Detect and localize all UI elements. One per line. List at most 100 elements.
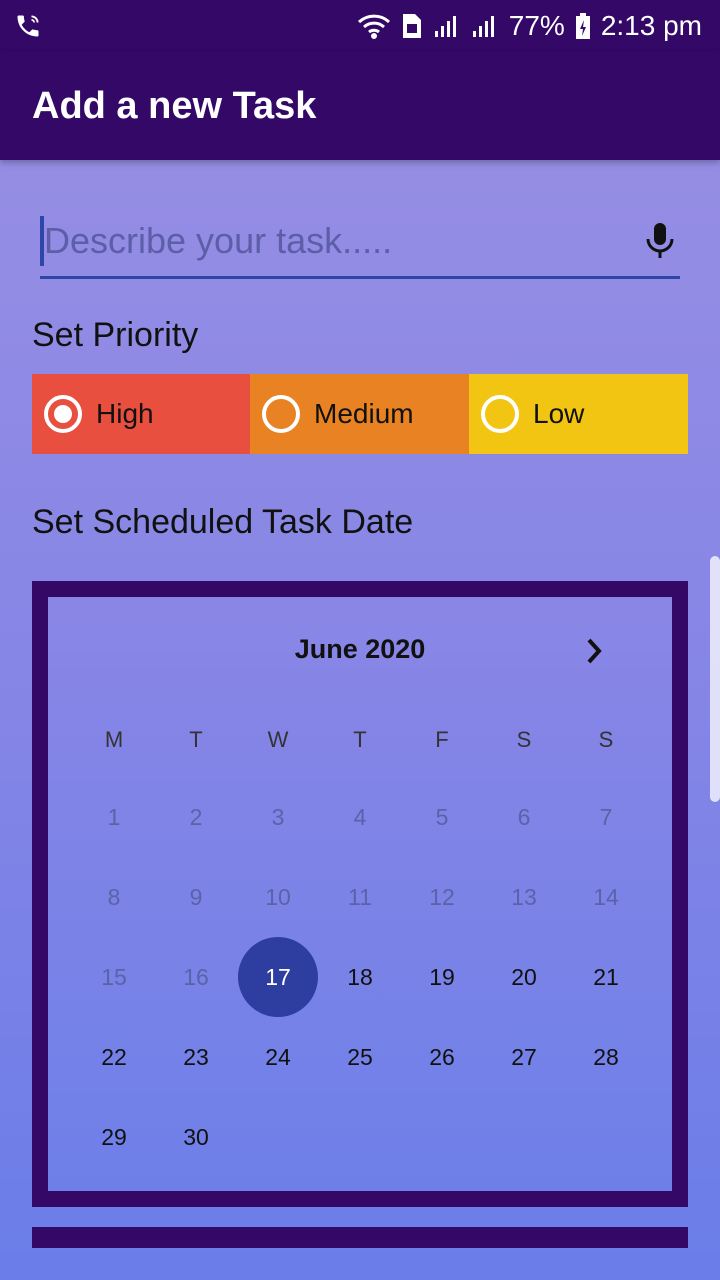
- weekday-label: S: [516, 727, 532, 752]
- calendar-day-number: 14: [593, 883, 619, 910]
- calendar-day: 9: [155, 857, 237, 937]
- calendar-day-number: 16: [183, 963, 209, 990]
- calendar-day-number: 27: [511, 1043, 537, 1070]
- priority-options: High Medium Low: [32, 374, 688, 454]
- calendar-day[interactable]: 23: [155, 1017, 237, 1097]
- calendar-day: 1: [73, 777, 155, 857]
- calendar-day-number: 5: [435, 803, 449, 830]
- calendar-day: 13: [483, 857, 565, 937]
- radio-unchecked-icon[interactable]: [481, 395, 519, 433]
- radio-unchecked-icon[interactable]: [262, 395, 300, 433]
- calendar-day-number: 6: [517, 803, 531, 830]
- calendar-day-number: 24: [265, 1043, 291, 1070]
- priority-label: High: [96, 398, 154, 429]
- calendar-day-number: 4: [353, 803, 367, 830]
- status-bar: 77% 2:13 pm: [0, 0, 720, 52]
- calendar-day: 7: [565, 777, 647, 857]
- priority-label: Medium: [314, 398, 414, 429]
- phone-call-icon: [14, 12, 42, 40]
- calendar-day: 10: [237, 857, 319, 937]
- wifi-icon: [357, 13, 391, 39]
- weekday-label: W: [267, 727, 289, 752]
- calendar-day[interactable]: 18: [319, 937, 401, 1017]
- task-description-input[interactable]: [44, 210, 640, 271]
- task-input-container[interactable]: [40, 205, 680, 279]
- chevron-right-icon[interactable]: [574, 633, 614, 669]
- calendar-day-number: 28: [593, 1043, 619, 1070]
- calendar-day-number: 9: [189, 883, 203, 910]
- battery-icon: [575, 12, 591, 40]
- calendar-day[interactable]: 27: [483, 1017, 565, 1097]
- calendar-day-number: 18: [347, 963, 373, 990]
- battery-percent: 77%: [508, 10, 565, 41]
- calendar-day-number: 22: [101, 1043, 127, 1070]
- calendar-day-number: 20: [511, 963, 537, 990]
- calendar-frame: June 2020 M T W T F S S 1 2 3 4 5 6 7 8 9 10 11 12 1…: [32, 581, 688, 1207]
- calendar-day-number: 1: [107, 803, 121, 830]
- calendar-day-number: 25: [347, 1043, 373, 1070]
- schedule-heading: Set Scheduled Task Date: [32, 503, 414, 541]
- sim-icon: [401, 12, 423, 40]
- date-picker: June 2020 M T W T F S S 1 2 3 4 5 6 7 8 9 10 11 12 1…: [48, 597, 672, 1191]
- calendar-day: 11: [319, 857, 401, 937]
- calendar-day-number: 17: [238, 937, 318, 1017]
- calendar-days-grid: 1 2 3 4 5 6 7 8 9 10 11 12 13 14 15 16 17 18 19 20 21 22 23 24 2…: [73, 777, 647, 1177]
- calendar-day-number: 15: [101, 963, 127, 990]
- calendar-day[interactable]: 22: [73, 1017, 155, 1097]
- calendar-day: 12: [401, 857, 483, 937]
- calendar-day[interactable]: 19: [401, 937, 483, 1017]
- weekday-label: F: [435, 727, 449, 752]
- calendar-day-number: 11: [348, 883, 372, 910]
- calendar-day[interactable]: 20: [483, 937, 565, 1017]
- calendar-day-number: 30: [183, 1123, 209, 1150]
- calendar-day: 4: [319, 777, 401, 857]
- calendar-day-number: 29: [101, 1123, 127, 1150]
- calendar-day[interactable]: 26: [401, 1017, 483, 1097]
- weekday-header: M T W T F S S: [73, 727, 647, 753]
- clock: 2:13 pm: [600, 10, 702, 41]
- calendar-day: 5: [401, 777, 483, 857]
- calendar-day-number: 2: [189, 803, 203, 830]
- calendar-day[interactable]: 28: [565, 1017, 647, 1097]
- calendar-day[interactable]: 29: [73, 1097, 155, 1177]
- priority-medium-option[interactable]: Medium: [250, 374, 469, 454]
- calendar-day[interactable]: 24: [237, 1017, 319, 1097]
- calendar-day-number: 8: [107, 883, 121, 910]
- calendar-day-number: 26: [429, 1043, 455, 1070]
- calendar-day: 2: [155, 777, 237, 857]
- calendar-day: 3: [237, 777, 319, 857]
- priority-high-option[interactable]: High: [32, 374, 250, 454]
- calendar-day-number: 19: [429, 963, 455, 990]
- weekday-label: T: [353, 727, 367, 752]
- calendar-day: 14: [565, 857, 647, 937]
- scrollbar[interactable]: [710, 556, 720, 802]
- calendar-day: 6: [483, 777, 565, 857]
- calendar-day: 16: [155, 937, 237, 1017]
- app-bar: Add a new Task: [0, 52, 720, 160]
- calendar-day[interactable]: 30: [155, 1097, 237, 1177]
- signal-icon: [433, 13, 461, 39]
- calendar-day-selected[interactable]: 17: [237, 937, 319, 1017]
- calendar-day[interactable]: 21: [565, 937, 647, 1017]
- priority-low-option[interactable]: Low: [469, 374, 688, 454]
- calendar-day-number: 13: [511, 883, 537, 910]
- calendar-day: 8: [73, 857, 155, 937]
- bottom-divider: [32, 1227, 688, 1248]
- calendar-day-number: 21: [593, 963, 619, 990]
- signal-icon: [471, 13, 499, 39]
- weekday-label: T: [189, 727, 203, 752]
- calendar-day: 15: [73, 937, 155, 1017]
- weekday-label: M: [104, 727, 124, 752]
- priority-heading: Set Priority: [32, 316, 199, 354]
- page-title: Add a new Task: [32, 84, 317, 127]
- calendar-day-number: 7: [599, 803, 613, 830]
- calendar-day-number: 23: [183, 1043, 209, 1070]
- calendar-day[interactable]: 25: [319, 1017, 401, 1097]
- mic-icon[interactable]: [640, 216, 680, 266]
- radio-checked-icon[interactable]: [44, 395, 82, 433]
- calendar-day-number: 10: [265, 883, 291, 910]
- priority-label: Low: [533, 398, 585, 429]
- calendar-day-number: 12: [429, 883, 455, 910]
- weekday-label: S: [598, 727, 614, 752]
- calendar-day-number: 3: [271, 803, 285, 830]
